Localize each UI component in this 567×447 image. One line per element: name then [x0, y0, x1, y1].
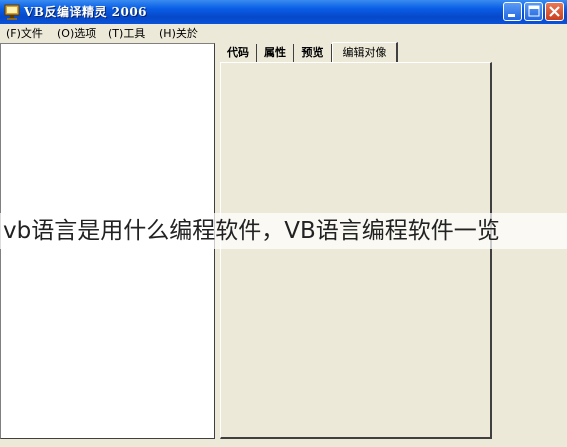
menu-about-label: 关於: [175, 27, 198, 40]
menu-tools-key: (T): [108, 27, 124, 40]
menu-options-label: 选项: [74, 27, 97, 40]
menu-tools-label: 工具: [123, 27, 146, 40]
app-icon[interactable]: [4, 4, 20, 20]
menu-tools[interactable]: (T)工具: [108, 26, 145, 41]
menu-file-key: (F): [6, 27, 21, 40]
watermark-caption: vb语言是用什么编程软件，VB语言编程软件一览: [3, 218, 500, 244]
tab-properties[interactable]: 属性: [257, 44, 294, 62]
menu-file[interactable]: (F)文件: [6, 26, 43, 41]
app-window: VB反编译精灵 2006 (F)文件 (O)选项 (T)工具 (H)关於 代码 …: [0, 0, 567, 447]
menu-about[interactable]: (H)关於: [159, 26, 198, 41]
minimize-button[interactable]: [503, 2, 522, 21]
menu-options[interactable]: (O)选项: [57, 26, 96, 41]
window-title: VB反编译精灵 2006: [24, 5, 148, 19]
tab-preview[interactable]: 预览: [294, 44, 332, 62]
minimize-icon: [508, 14, 515, 17]
title-bar[interactable]: VB反编译精灵 2006: [0, 0, 567, 24]
tab-edit-object[interactable]: 编辑对像: [332, 42, 398, 63]
menu-about-key: (H): [159, 27, 176, 40]
menu-file-label: 文件: [20, 27, 43, 40]
maximize-button[interactable]: [524, 2, 543, 21]
tab-code[interactable]: 代码: [220, 44, 257, 62]
tab-panel: [220, 62, 492, 439]
watermark-banner: vb语言是用什么编程软件，VB语言编程软件一览: [0, 213, 567, 249]
close-button[interactable]: [545, 2, 564, 21]
maximize-icon: [528, 5, 540, 17]
menu-bar: (F)文件 (O)选项 (T)工具 (H)关於: [0, 24, 567, 43]
menu-options-key: (O): [57, 27, 75, 40]
close-icon: [549, 6, 560, 17]
